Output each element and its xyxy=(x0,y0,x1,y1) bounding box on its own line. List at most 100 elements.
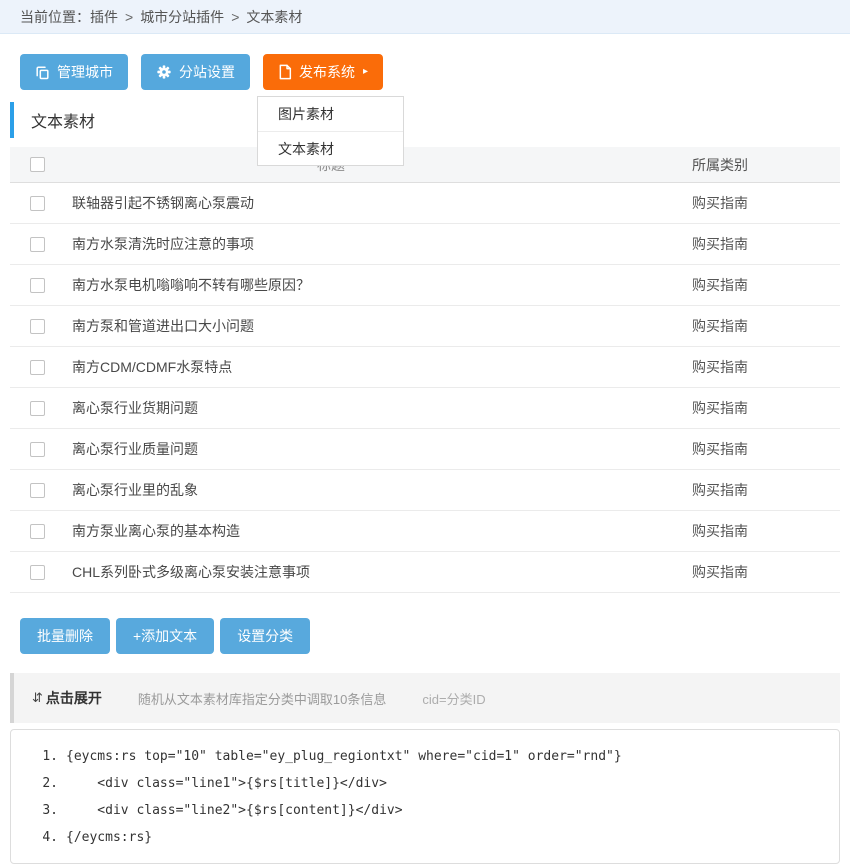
row-checkbox[interactable] xyxy=(30,442,45,457)
caret-right-icon: ▸ xyxy=(363,67,368,77)
row-title: 南方水泵清洗时应注意的事项 xyxy=(62,234,600,254)
table-row: 离心泵行业货期问题 购买指南 xyxy=(10,388,840,429)
row-check-cell xyxy=(10,360,62,375)
expand-toggle-label: 点击展开 xyxy=(46,688,102,708)
row-category: 购买指南 xyxy=(600,193,840,213)
table-row: 南方泵和管道进出口大小问题 购买指南 xyxy=(10,306,840,347)
table-row: 离心泵行业质量问题 购买指南 xyxy=(10,429,840,470)
breadcrumb-item-current: 文本素材 xyxy=(246,7,302,27)
code-line: 1. {eycms:rs top="10" table="ey_plug_reg… xyxy=(11,743,839,770)
code-line-text: {eycms:rs top="10" table="ey_plug_region… xyxy=(66,743,622,770)
table-row: 南方水泵清洗时应注意的事项 购买指南 xyxy=(10,224,840,265)
row-category: 购买指南 xyxy=(600,234,840,254)
breadcrumb-label: 当前位置： xyxy=(20,7,90,27)
code-line-text: <div class="line2">{$rs[content]}</div> xyxy=(66,797,403,824)
code-line-number: 3. xyxy=(11,797,58,824)
table-row: 南方CDM/CDMF水泵特点 购买指南 xyxy=(10,347,840,388)
code-line-text: <div class="line1">{$rs[title]}</div> xyxy=(66,770,387,797)
table-row: CHL系列卧式多级离心泵安装注意事项 购买指南 xyxy=(10,552,840,593)
row-checkbox[interactable] xyxy=(30,524,45,539)
table-row: 南方泵业离心泵的基本构造 购买指南 xyxy=(10,511,840,552)
row-checkbox[interactable] xyxy=(30,196,45,211)
row-check-cell xyxy=(10,401,62,416)
row-title: 南方CDM/CDMF水泵特点 xyxy=(62,357,600,377)
expand-toggle[interactable]: ⇵ 点击展开 xyxy=(32,688,102,708)
row-checkbox[interactable] xyxy=(30,483,45,498)
row-check-cell xyxy=(10,196,62,211)
code-line-number: 4. xyxy=(11,824,58,851)
publish-system-button[interactable]: 发布系统 ▸ xyxy=(263,54,383,90)
table-row: 离心泵行业里的乱象 购买指南 xyxy=(10,470,840,511)
row-category: 购买指南 xyxy=(600,316,840,336)
row-title: 南方泵和管道进出口大小问题 xyxy=(62,316,600,336)
set-category-button[interactable]: 设置分类 xyxy=(220,618,310,654)
row-title: 离心泵行业里的乱象 xyxy=(62,480,600,500)
publish-system-dropdown: 图片素材 文本素材 xyxy=(257,96,404,166)
row-title: 南方水泵电机嗡嗡响不转有哪些原因？ xyxy=(62,275,600,295)
row-checkbox[interactable] xyxy=(30,278,45,293)
panel-description: 随机从文本素材库指定分类中调取10条信息 xyxy=(138,689,386,708)
site-settings-button[interactable]: 分站设置 xyxy=(141,54,250,90)
expand-arrows-icon: ⇵ xyxy=(32,690,43,706)
breadcrumb-item-plugins[interactable]: 插件 xyxy=(90,7,118,27)
breadcrumb-separator: > xyxy=(231,9,239,25)
table-row: 联轴器引起不锈钢离心泵震动 购买指南 xyxy=(10,183,840,224)
select-all-checkbox[interactable] xyxy=(30,157,45,172)
panel-hint: cid=分类ID xyxy=(422,689,485,708)
breadcrumb-item-city-plugin[interactable]: 城市分站插件 xyxy=(140,7,224,27)
row-check-cell xyxy=(10,524,62,539)
row-check-cell xyxy=(10,278,62,293)
tag-help-panel: ⇵ 点击展开 随机从文本素材库指定分类中调取10条信息 cid=分类ID xyxy=(10,673,840,723)
breadcrumb-separator: > xyxy=(125,9,133,25)
header-category-cell: 所属类别 xyxy=(600,155,840,175)
row-category: 购买指南 xyxy=(600,521,840,541)
batch-delete-button[interactable]: 批量删除 xyxy=(20,618,110,654)
row-category: 购买指南 xyxy=(600,357,840,377)
toolbar: 管理城市 分站设置 发布系 xyxy=(20,54,850,90)
code-line-number: 2. xyxy=(11,770,58,797)
manage-cities-button[interactable]: 管理城市 xyxy=(20,54,128,90)
materials-table: 标题 所属类别 联轴器引起不锈钢离心泵震动 购买指南 南方水泵清洗时应注意的事项… xyxy=(10,147,840,593)
row-category: 购买指南 xyxy=(600,398,840,418)
code-line: 2. <div class="line1">{$rs[title]}</div> xyxy=(11,770,839,797)
row-checkbox[interactable] xyxy=(30,401,45,416)
row-title: 联轴器引起不锈钢离心泵震动 xyxy=(62,193,600,213)
code-line-number: 1. xyxy=(11,743,58,770)
publish-system-wrap: 发布系统 ▸ 图片素材 文本素材 xyxy=(263,54,383,90)
table-header-row: 标题 所属类别 xyxy=(10,147,840,183)
manage-cities-label: 管理城市 xyxy=(57,62,113,82)
site-settings-label: 分站设置 xyxy=(179,62,235,82)
row-title: CHL系列卧式多级离心泵安装注意事项 xyxy=(62,562,600,582)
row-checkbox[interactable] xyxy=(30,565,45,580)
gear-icon xyxy=(156,64,172,80)
row-title: 离心泵行业质量问题 xyxy=(62,439,600,459)
table-row: 南方水泵电机嗡嗡响不转有哪些原因？ 购买指南 xyxy=(10,265,840,306)
header-check-cell xyxy=(10,157,62,172)
row-check-cell xyxy=(10,442,62,457)
page-title: 文本素材 xyxy=(10,102,850,138)
add-text-button[interactable]: +添加文本 xyxy=(116,618,214,654)
code-line: 3. <div class="line2">{$rs[content]}</di… xyxy=(11,797,839,824)
bottom-actions: 批量删除 +添加文本 设置分类 xyxy=(20,618,850,654)
row-title: 南方泵业离心泵的基本构造 xyxy=(62,521,600,541)
row-title: 离心泵行业货期问题 xyxy=(62,398,600,418)
row-category: 购买指南 xyxy=(600,480,840,500)
publish-system-label: 发布系统 xyxy=(299,62,355,82)
dropdown-item[interactable]: 文本素材 xyxy=(258,131,403,165)
breadcrumb: 当前位置： 插件 > 城市分站插件 > 文本素材 xyxy=(0,0,850,34)
row-check-cell xyxy=(10,565,62,580)
code-line: 4. {/eycms:rs} xyxy=(11,824,839,851)
row-checkbox[interactable] xyxy=(30,319,45,334)
row-checkbox[interactable] xyxy=(30,237,45,252)
copy-pages-icon xyxy=(35,65,50,80)
row-checkbox[interactable] xyxy=(30,360,45,375)
row-category: 购买指南 xyxy=(600,562,840,582)
row-category: 购买指南 xyxy=(600,275,840,295)
code-line-text: {/eycms:rs} xyxy=(66,824,152,851)
table-body: 联轴器引起不锈钢离心泵震动 购买指南 南方水泵清洗时应注意的事项 购买指南 南方… xyxy=(10,183,840,593)
row-check-cell xyxy=(10,237,62,252)
row-check-cell xyxy=(10,319,62,334)
template-code-block: 1. {eycms:rs top="10" table="ey_plug_reg… xyxy=(10,729,840,864)
row-category: 购买指南 xyxy=(600,439,840,459)
dropdown-item[interactable]: 图片素材 xyxy=(258,97,403,131)
